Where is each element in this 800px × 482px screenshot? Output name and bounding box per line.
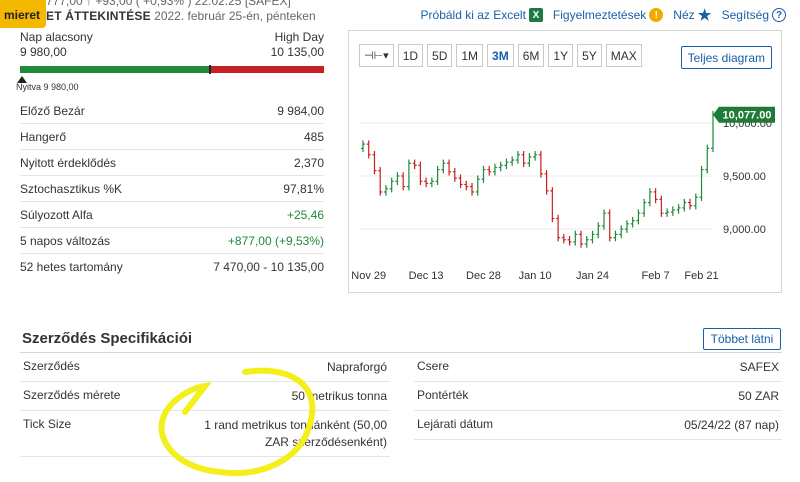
spec-value: SAFEX (739, 360, 779, 374)
spec-row: Pontérték 50 ZAR (414, 382, 782, 411)
spec-value: Napraforgó (326, 360, 387, 374)
view-link-label: Néz (673, 8, 695, 22)
help-link[interactable]: Segítség? (722, 8, 786, 22)
spec-label: Tick Size (23, 417, 72, 431)
highlight-circle (158, 367, 316, 477)
x-tick-label: Feb 21 (684, 270, 718, 282)
spec-value: 05/24/22 (87 nap) (684, 418, 779, 432)
stat-row: Sztochasztikus %K 97,81% (20, 176, 324, 202)
stat-label: Súlyozott Alfa (20, 207, 93, 222)
date-text: 2022. február 25-én, pénteken (154, 9, 316, 23)
spec-label: Szerződés (23, 359, 80, 373)
more-button[interactable]: Többet látni (703, 328, 781, 350)
stat-label: Sztochasztikus %K (20, 181, 123, 196)
excel-link[interactable]: Próbáld ki az Excelt X (421, 8, 543, 22)
spec-row: Lejárati dátum 05/24/22 (87 nap) (414, 411, 782, 440)
stat-row: Nyitott érdeklődés 2,370 (20, 150, 324, 176)
chart-canvas[interactable]: 9,000.009,500.0010,000.00Nov 29 Dec 13 Dec… (349, 31, 783, 294)
period-button-1y[interactable]: 1Y (548, 44, 574, 67)
help-link-label: Segítség (721, 8, 769, 22)
help-icon: ? (772, 8, 786, 22)
range-marker (209, 65, 211, 74)
range-bar (17, 65, 324, 83)
y-tick-label: 9,500.00 (723, 171, 766, 183)
stat-label: 5 napos változás (20, 233, 111, 248)
x-tick-label: Jan 10 (519, 270, 552, 282)
warning-icon: ! (649, 8, 664, 22)
stats-table: Előző Bezár 9 984,00 Hangerő 485 Nyitott érd… (20, 98, 324, 280)
period-button-6m[interactable]: 6M (517, 44, 545, 67)
x-tick-label: Dec 28 (466, 270, 501, 282)
period-button-5y[interactable]: 5Y (577, 44, 602, 67)
day-high-label: High Day (274, 30, 324, 44)
badge: mieret (0, 0, 46, 28)
stat-label: Hangerő (20, 129, 67, 144)
star-icon: ★ (697, 7, 712, 24)
bar-chart-icon: ⊣⊢▾ (364, 50, 389, 62)
stat-label: Nyitott érdeklődés (20, 155, 117, 170)
stat-value: 7 470,00 - 10 135,00 (213, 260, 324, 274)
stat-row: Előző Bezár 9 984,00 (20, 98, 324, 124)
stat-row: 5 napos változás +877,00 (+9,53%) (20, 228, 324, 254)
day-low-value: 9 980,00 (20, 45, 67, 59)
price-line-cut: 777,00 ↑ +93,00 ( +0,93% ) 22:02:25 [SAF… (46, 0, 291, 8)
x-tick-label: Nov 29 (351, 270, 386, 282)
period-button-1d[interactable]: 1D (397, 44, 424, 67)
stat-row: Hangerő 485 (20, 124, 324, 150)
spec-right: Csere SAFEX Pontérték 50 ZAR Lejárati dátum 0… (414, 353, 782, 440)
spec-label: Csere (417, 359, 450, 373)
alerts-link[interactable]: Figyelmeztetések! (552, 8, 664, 22)
stat-value: 485 (303, 129, 324, 144)
stat-label: Előző Bezár (20, 103, 85, 118)
x-tick-label: Jan 24 (576, 270, 609, 282)
excel-icon: X (528, 8, 543, 22)
x-tick-label: Dec 13 (409, 270, 444, 282)
day-range: Nap alacsony High Day 9 980,00 10 135,00 (17, 30, 324, 83)
day-high-value: 10 135,00 (270, 45, 324, 59)
last-price-label: 10,077.00 (723, 110, 772, 122)
spec-value: 50 ZAR (738, 389, 779, 403)
open-label: Nyitva 9 980,00 (16, 82, 79, 92)
period-button-3m[interactable]: 3M (487, 44, 514, 67)
stat-value: 2,370 (293, 155, 324, 170)
spec-label: Szerződés mérete (23, 388, 121, 402)
stat-value: +25,46 (286, 207, 324, 222)
x-tick-label: Feb 7 (642, 270, 670, 282)
top-links: Próbáld ki az Excelt X Figyelmeztetések! … (421, 7, 786, 24)
full-chart-button[interactable]: Teljes diagram (680, 46, 772, 69)
chart-type-button[interactable]: ⊣⊢▾ (359, 44, 394, 67)
overview-label: ET ÁTTEKINTÉSE (46, 9, 151, 23)
excel-link-label: Próbáld ki az Excelt (420, 8, 526, 22)
stat-label: 52 hetes tartomány (20, 260, 123, 274)
stat-row: 52 hetes tartomány 7 470,00 - 10 135,00 (20, 254, 324, 280)
y-tick-label: 9,000.00 (723, 224, 766, 236)
stat-value: 97,81% (283, 181, 324, 196)
period-button-1m[interactable]: 1M (456, 44, 484, 67)
alerts-link-label: Figyelmeztetések (552, 8, 647, 22)
spec-title: Szerződés Specifikációi (22, 330, 193, 347)
period-button-max[interactable]: MAX (605, 44, 642, 67)
chart-toolbar: ⊣⊢▾ 1D 5D 1M 3M 6M 1Y 5Y MAX (359, 44, 642, 67)
day-low-label: Nap alacsony (20, 30, 93, 44)
spec-label: Pontérték (417, 388, 469, 402)
stat-row: Súlyozott Alfa +25,46 (20, 202, 324, 228)
price-chart: 9,000.00 9,500.00 10,000.00 Nov 29 Dec 13 Dec… (348, 30, 782, 293)
spec-row: Csere SAFEX (414, 353, 782, 382)
stat-value: 9 984,00 (277, 103, 324, 118)
period-button-5d[interactable]: 5D (427, 44, 453, 67)
view-link[interactable]: Néz ★ (673, 7, 712, 24)
overview-title: ET ÁTTEKINTÉSE 2022. február 25-én, pént… (46, 9, 316, 23)
spec-label: Lejárati dátum (417, 417, 494, 431)
stat-value: +877,00 (+9,53%) (227, 233, 324, 248)
